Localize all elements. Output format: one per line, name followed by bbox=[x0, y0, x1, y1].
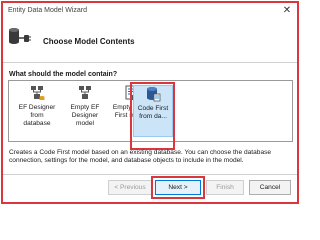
window-title: Entity Data Model Wizard bbox=[8, 7, 87, 14]
previous-button[interactable]: < Previous bbox=[108, 180, 152, 195]
option-empty-ef-designer[interactable]: Empty EF Designer model bbox=[63, 85, 107, 137]
footer-divider bbox=[3, 174, 297, 175]
title-bar: Entity Data Model Wizard ✕ bbox=[3, 3, 297, 18]
model-type-list[interactable]: EF Designer from database Empty EF Desig… bbox=[8, 80, 293, 142]
wizard-header: Choose Model Contents bbox=[3, 18, 297, 62]
cancel-button[interactable]: Cancel bbox=[249, 180, 291, 195]
header-divider bbox=[3, 62, 297, 63]
option-label: EF Designer from database bbox=[18, 104, 56, 127]
finish-button[interactable]: Finish bbox=[206, 180, 244, 195]
option-description: Creates a Code First model based on an e… bbox=[9, 149, 272, 164]
code-first-db-icon bbox=[147, 87, 161, 102]
next-button[interactable]: Next > bbox=[155, 180, 201, 195]
model-contents-prompt: What should the model contain? bbox=[9, 71, 118, 78]
empty-ef-designer-icon bbox=[79, 86, 91, 99]
option-code-first-from-database[interactable]: Code First from da... bbox=[133, 85, 173, 137]
close-icon[interactable]: ✕ bbox=[281, 5, 293, 16]
ef-designer-db-icon bbox=[31, 86, 45, 100]
page-heading: Choose Model Contents bbox=[43, 37, 135, 46]
option-label: Code First from da... bbox=[137, 105, 169, 120]
database-plug-icon bbox=[9, 28, 31, 44]
option-label: Empty EF Designer model bbox=[70, 104, 100, 127]
option-ef-designer-from-database[interactable]: EF Designer from database bbox=[15, 85, 59, 137]
